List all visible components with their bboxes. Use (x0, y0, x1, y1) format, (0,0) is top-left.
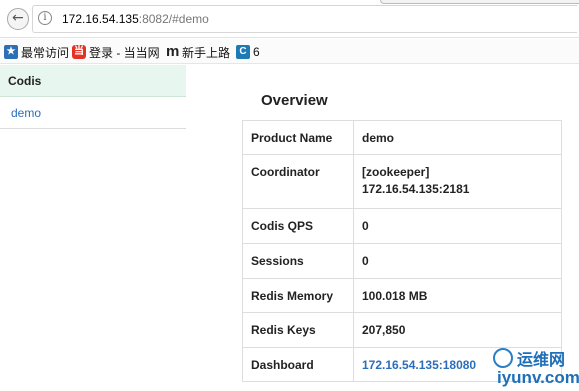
back-button[interactable]: ← (7, 8, 29, 30)
page-title: Overview (261, 92, 328, 109)
row-value: 100.018 MB (353, 278, 562, 313)
sidebar: Codis demo (0, 65, 186, 391)
row-key: Codis QPS (242, 208, 354, 244)
row-value: demo (353, 120, 562, 155)
table-row: Coordinator [zookeeper] 172.16.54.135:21… (242, 154, 562, 209)
bookmark-most-visited[interactable]: ★ 最常访问 (4, 44, 69, 60)
table-row: Redis Keys 207,850 (242, 312, 562, 348)
url-text[interactable]: 172.16.54.135:8082/#demo (62, 12, 209, 26)
window-edge (380, 0, 579, 4)
c-logo-icon: C (236, 45, 250, 59)
row-key: Redis Memory (242, 278, 354, 313)
row-key: Dashboard (242, 347, 354, 382)
bookmark-getting-started[interactable]: m 新手上路 (166, 44, 230, 60)
row-key: Sessions (242, 243, 354, 279)
overview-table: Product Name demo Coordinator [zookeeper… (242, 120, 562, 382)
dangdang-icon: 当 (72, 45, 86, 59)
sidebar-title: Codis (0, 65, 186, 97)
bookmark-star-icon: ★ (4, 45, 18, 59)
row-value: 0 (353, 208, 562, 244)
info-icon[interactable]: i (38, 11, 52, 25)
row-key: Redis Keys (242, 312, 354, 348)
row-value: [zookeeper] 172.16.54.135:2181 (353, 154, 562, 209)
table-row: Redis Memory 100.018 MB (242, 278, 562, 313)
bookmark-dangdang[interactable]: 当 登录 - 当当网 (72, 44, 160, 60)
watermark-cn: 运维网 (517, 352, 566, 369)
watermark-en: iyunv.com (497, 368, 579, 387)
back-arrow-icon: ← (12, 10, 24, 26)
table-row: Product Name demo (242, 120, 562, 155)
table-row: Sessions 0 (242, 243, 562, 279)
sidebar-item-demo[interactable]: demo (0, 97, 186, 129)
bookmark-c[interactable]: C 6 (236, 44, 260, 60)
coordinator-address: 172.16.54.135:2181 (362, 182, 470, 196)
watermark-logo-icon (493, 348, 513, 368)
bookmarks-bar: ★ 最常访问 当 登录 - 当当网 m 新手上路 C 6 (0, 39, 579, 64)
row-key: Coordinator (242, 154, 354, 209)
row-value: 207,850 (353, 312, 562, 348)
coordinator-type: [zookeeper] (362, 165, 430, 179)
row-key: Product Name (242, 120, 354, 155)
table-row: Codis QPS 0 (242, 208, 562, 244)
address-bar: ← i 172.16.54.135:8082/#demo (0, 0, 579, 38)
watermark: 运维网 iyunv.com (493, 346, 579, 391)
m-logo-icon: m (166, 43, 180, 60)
row-value: 0 (353, 243, 562, 279)
